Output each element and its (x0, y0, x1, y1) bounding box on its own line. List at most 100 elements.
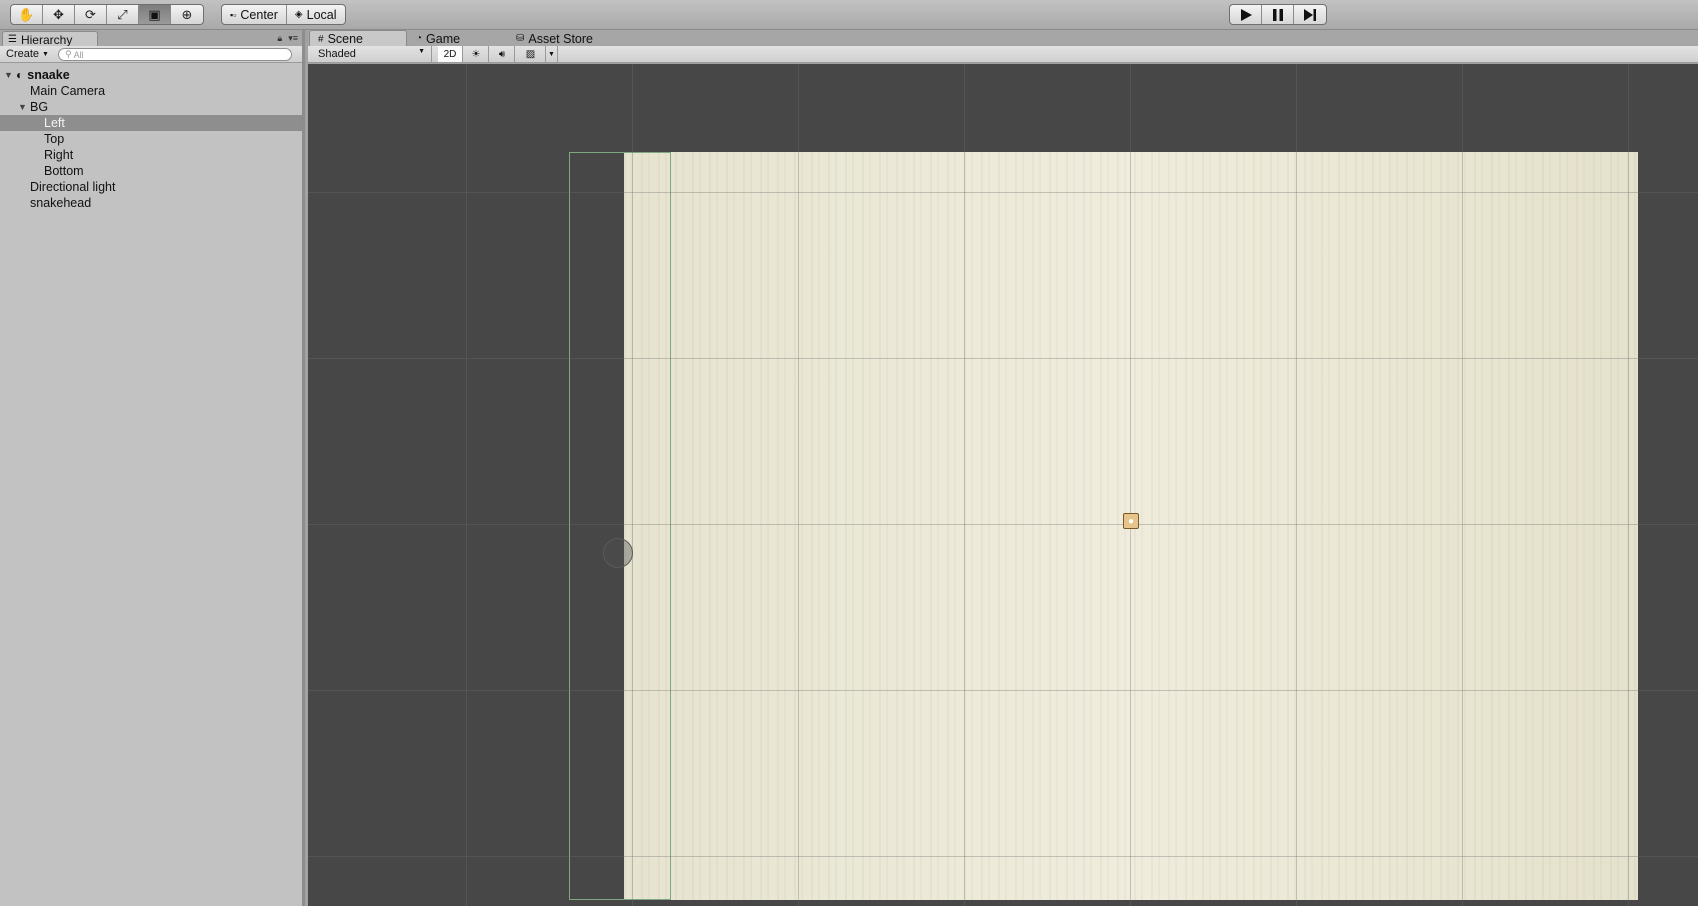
hierarchy-item-left[interactable]: Left (0, 115, 302, 131)
toggle-2d-button[interactable]: 2D (438, 46, 463, 62)
grid-line (308, 358, 1698, 359)
pause-icon (1272, 8, 1283, 21)
chevron-down-icon: ▼ (548, 50, 555, 58)
sun-icon: ☀ (471, 48, 481, 60)
hierarchy-item-label: Top (44, 132, 65, 146)
search-placeholder: All (73, 49, 84, 60)
rotate-tool-icon[interactable]: ⟳ (75, 5, 107, 24)
scene-toolbar: Shaded ▼ 2D ☀ 🔊︎ ▨ ▼ (308, 46, 1698, 63)
pivot-local-label: Local (306, 7, 337, 22)
tab-scene-label: Scene (327, 32, 364, 46)
grid-line (308, 192, 1698, 193)
pivot-center-label: Center (240, 7, 278, 22)
pivot-toggles: ▪▫ Center ◈ Local (221, 4, 346, 25)
chevron-down-icon: ▼ (42, 50, 49, 58)
expand-arrow-icon[interactable]: ▼ (4, 70, 16, 80)
grid-line (964, 64, 965, 906)
lock-icon[interactable]: 🔒︎ (277, 33, 282, 44)
hierarchy-tabbar: ☰ Hierarchy 🔒︎ ▾≡ (0, 30, 302, 47)
transform-tool-icon[interactable]: ⊕ (171, 5, 203, 24)
step-button[interactable] (1294, 5, 1326, 24)
move-tool-icon[interactable]: ✥ (43, 5, 75, 24)
scene-tabbar: # Scene ◔ Game ⛁ Asset Store (308, 30, 1698, 47)
tab-asset-store[interactable]: ⛁ Asset Store (508, 30, 608, 47)
shading-mode-dropdown[interactable]: Shaded ▼ (308, 46, 432, 62)
tab-game-label: Game (426, 31, 461, 46)
hierarchy-toolbar: Create ▼ ⚲ All (0, 46, 302, 63)
hierarchy-item-right[interactable]: Right (0, 147, 302, 163)
hierarchy-item-snakehead[interactable]: snakehead (0, 195, 302, 211)
hierarchy-item-label: snakehead (30, 196, 92, 210)
hierarchy-item-bg[interactable]: ▼ BG (0, 99, 302, 115)
hierarchy-item-bottom[interactable]: Bottom (0, 163, 302, 179)
scale-tool-icon[interactable]: ⤢ (107, 5, 139, 24)
effects-dropdown[interactable]: ▼ (546, 46, 558, 62)
list-icon: ☰ (8, 34, 17, 45)
speaker-icon: 🔊︎ (498, 48, 506, 60)
hierarchy-item-main-camera[interactable]: Main Camera (0, 83, 302, 99)
hierarchy-item-label: BG (30, 100, 49, 114)
grid-line (1130, 64, 1131, 906)
image-icon: ▨ (525, 48, 536, 60)
toggle-2d-label: 2D (443, 48, 457, 60)
snakehead-icon[interactable]: ● (1123, 513, 1139, 529)
hierarchy-tab-label: Hierarchy (20, 32, 73, 47)
scene-viewport[interactable]: ● (308, 64, 1698, 906)
grid-icon: # (318, 33, 324, 45)
grid-line (308, 690, 1698, 691)
hierarchy-panel: ☰ Hierarchy 🔒︎ ▾≡ Create ▼ ⚲ All ▼ ◐ sna… (0, 30, 305, 906)
pivot-local-button[interactable]: ◈ Local (287, 5, 345, 24)
tab-hierarchy[interactable]: ☰ Hierarchy (2, 31, 98, 47)
scene-panel: # Scene ◔ Game ⛁ Asset Store Shaded ▼ 2D… (308, 30, 1698, 906)
main-toolbar: ✋ ✥ ⟳ ⤢ ▣ ⊕ ▪▫ Center ◈ Local (0, 0, 1698, 30)
tab-asset-store-label: Asset Store (528, 31, 594, 46)
hierarchy-item-label: Left (44, 116, 65, 130)
store-icon: ⛁ (516, 33, 525, 44)
scene-name: snaake (27, 68, 70, 82)
directional-light-gizmo[interactable] (603, 538, 633, 568)
hierarchy-item-label: Right (44, 148, 74, 162)
unity-scene-icon: ◐ (16, 68, 24, 82)
search-icon: ⚲ (65, 49, 72, 59)
pause-button[interactable] (1262, 5, 1294, 24)
transform-tools: ✋ ✥ ⟳ ⤢ ▣ ⊕ (10, 4, 204, 25)
create-label: Create (6, 48, 40, 60)
play-button[interactable] (1230, 5, 1262, 24)
shading-mode-label: Shaded (318, 48, 356, 60)
hierarchy-item-label: Bottom (44, 164, 84, 178)
pivot-icon: ▪▫ (230, 9, 237, 20)
audio-toggle[interactable]: 🔊︎ (490, 46, 515, 62)
expand-arrow-icon[interactable]: ▼ (18, 102, 30, 112)
tab-scene[interactable]: # Scene (309, 30, 407, 47)
step-icon (1304, 8, 1316, 21)
effects-toggle[interactable]: ▨ (516, 46, 546, 62)
rect-tool-icon[interactable]: ▣ (139, 5, 171, 24)
scene-root-row[interactable]: ▼ ◐ snaake (0, 67, 302, 83)
create-dropdown[interactable]: Create ▼ (6, 48, 49, 60)
hierarchy-search-input[interactable]: ⚲ All (58, 48, 292, 61)
cube-icon: ◈ (294, 9, 303, 20)
grid-line (1462, 64, 1463, 906)
grid-line (466, 64, 467, 906)
grid-line (1628, 64, 1629, 906)
left-collider-outline[interactable] (569, 152, 671, 900)
panel-options: 🔒︎ ▾≡ (277, 33, 298, 44)
panel-menu-icon[interactable]: ▾≡ (288, 33, 298, 44)
grid-line (632, 64, 633, 906)
playback-controls (1229, 4, 1327, 25)
chevron-down-icon: ▼ (418, 48, 425, 55)
play-icon (1240, 8, 1252, 21)
lighting-toggle[interactable]: ☀ (464, 46, 489, 62)
grid-line (308, 856, 1698, 857)
grid-line (798, 64, 799, 906)
hand-tool-icon[interactable]: ✋ (11, 5, 43, 24)
grid-line (308, 524, 1698, 525)
pivot-center-button[interactable]: ▪▫ Center (222, 5, 287, 24)
hierarchy-item-label: Directional light (30, 180, 116, 194)
hierarchy-item-label: Main Camera (30, 84, 106, 98)
hierarchy-item-top[interactable]: Top (0, 131, 302, 147)
tab-game[interactable]: ◔ Game (408, 30, 500, 47)
hierarchy-item-directional-light[interactable]: Directional light (0, 179, 302, 195)
pacman-icon: ◔ (416, 33, 423, 44)
grid-line (1296, 64, 1297, 906)
